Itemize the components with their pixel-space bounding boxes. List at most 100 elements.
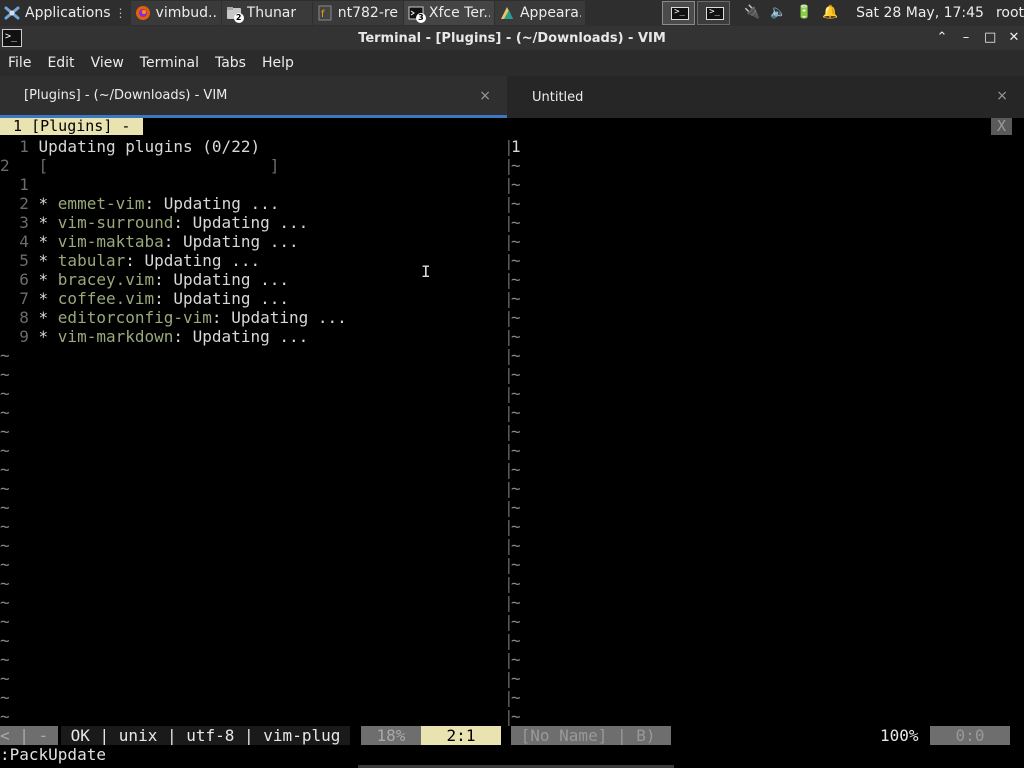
- window-count-badge: 2: [233, 13, 244, 23]
- empty-line: ~: [511, 289, 521, 308]
- empty-line: ~: [511, 251, 521, 270]
- task-title: vimbud...: [155, 5, 217, 21]
- menu-view[interactable]: View: [83, 55, 132, 71]
- buffer-line: 1: [0, 175, 503, 194]
- empty-line: ~: [511, 327, 521, 346]
- tilde-filler: ~: [511, 650, 521, 669]
- buffer-line: 1 Updating plugins (0/22): [0, 137, 503, 156]
- appearance-icon: [499, 5, 515, 21]
- task-title: Xfce Ter...: [428, 5, 490, 21]
- plugin-status: : Updating ...: [125, 251, 261, 270]
- tilde-filler: ~: [0, 346, 10, 365]
- close-button[interactable]: ✕: [1008, 31, 1020, 45]
- task-terminal[interactable]: 3 Xfce Ter...: [403, 1, 494, 25]
- tilde-filler: ~: [511, 270, 521, 289]
- volume-icon[interactable]: 🔈: [770, 5, 786, 21]
- tilde-filler: ~: [0, 631, 10, 650]
- firefox-icon: [135, 5, 151, 21]
- menu-terminal[interactable]: Terminal: [132, 55, 207, 71]
- buffer-line: 4 * vim-maktaba: Updating ...: [0, 232, 503, 251]
- maximize-button[interactable]: □: [984, 31, 996, 45]
- task-appearance[interactable]: Appeara...: [494, 1, 586, 25]
- plugin-name: vim-markdown: [57, 327, 174, 346]
- battery-icon[interactable]: 🔋: [796, 5, 812, 21]
- system-tray: 🔌 🔈 🔋 🔔: [744, 5, 838, 21]
- tilde-filler: ~: [511, 308, 521, 327]
- plugin-status: : Updating ...: [154, 289, 289, 308]
- user-menu[interactable]: root: [996, 5, 1024, 21]
- empty-line: ~: [511, 441, 521, 460]
- tilde-filler: ~: [0, 555, 10, 574]
- workspace-2-button[interactable]: [697, 1, 731, 25]
- empty-line: ~: [0, 517, 503, 536]
- terminal-app-icon[interactable]: >_: [2, 29, 22, 47]
- status-right-name: [No Name] | B): [511, 726, 671, 745]
- tilde-filler: ~: [0, 365, 10, 384]
- line-number: 3: [0, 213, 39, 232]
- line-number: 8: [0, 308, 39, 327]
- tilde-filler: ~: [511, 669, 521, 688]
- minimize-button[interactable]: –: [960, 31, 972, 45]
- line-number: 4: [0, 232, 39, 251]
- window-titlebar[interactable]: >_ Terminal - [Plugins] - (~/Downloads) …: [0, 26, 1024, 50]
- empty-line: ~: [0, 498, 503, 517]
- workspace-1-button[interactable]: [662, 1, 696, 25]
- empty-line: ~: [511, 574, 521, 593]
- status-position: 2:1: [421, 726, 501, 745]
- empty-line: ~: [0, 403, 503, 422]
- vim-tabline-active[interactable]: 1 [Plugins] -: [0, 118, 144, 135]
- task-spreadsheet[interactable]: f nt782-re...: [312, 1, 403, 25]
- tab-close-icon[interactable]: ×: [479, 88, 491, 104]
- tab-untitled[interactable]: Untitled ×: [508, 76, 1024, 118]
- task-title: nt782-re...: [337, 5, 399, 21]
- vim-command-line[interactable]: :PackUpdate: [0, 745, 106, 764]
- empty-line: ~: [511, 175, 521, 194]
- tilde-filler: ~: [511, 536, 521, 555]
- task-thunar[interactable]: 2 Thunar: [221, 1, 312, 25]
- folder-icon: 2: [226, 5, 244, 23]
- clock[interactable]: Sat 28 May, 17:45: [856, 5, 984, 21]
- tilde-filler: ~: [0, 574, 10, 593]
- plugin-name: vim-surround: [57, 213, 174, 232]
- empty-line: ~: [0, 422, 503, 441]
- empty-line: ~: [511, 498, 521, 517]
- tilde-filler: ~: [511, 289, 521, 308]
- plugin-name: bracey.vim: [57, 270, 155, 289]
- empty-line: ~: [511, 460, 521, 479]
- line-number: 1: [511, 137, 521, 156]
- plugin-status: : Updating ...: [154, 270, 289, 289]
- network-icon[interactable]: 🔌: [744, 5, 760, 21]
- empty-line: ~: [511, 346, 521, 365]
- tab-close-icon[interactable]: ×: [996, 88, 1008, 104]
- menu-tabs[interactable]: Tabs: [207, 55, 254, 71]
- terminal-tabbar: [Plugins] - (~/Downloads) - VIM × Untitl…: [0, 76, 1024, 118]
- svg-text:f: f: [321, 9, 325, 20]
- plugin-status: : Updating ...: [173, 213, 309, 232]
- task-firefox[interactable]: vimbud...: [130, 1, 221, 25]
- menu-edit[interactable]: Edit: [39, 55, 82, 71]
- shade-button[interactable]: ⌃: [936, 31, 948, 45]
- empty-line: ~: [0, 669, 503, 688]
- tilde-filler: ~: [511, 441, 521, 460]
- notification-bell-icon[interactable]: 🔔: [822, 5, 838, 21]
- tilde-filler: ~: [0, 422, 10, 441]
- terminal-area[interactable]: 1 [Plugins] - X 1 Updating plugins (0/22…: [0, 118, 1024, 768]
- tilde-filler: ~: [511, 232, 521, 251]
- empty-line: ~: [0, 650, 503, 669]
- vim-tabline-close[interactable]: X: [990, 118, 1012, 135]
- menu-file[interactable]: File: [0, 55, 39, 71]
- line-number: 5: [0, 251, 39, 270]
- tilde-filler: ~: [511, 460, 521, 479]
- empty-line: ~: [0, 593, 503, 612]
- empty-line: ~: [511, 156, 521, 175]
- menu-help[interactable]: Help: [254, 55, 302, 71]
- tilde-filler: ~: [511, 251, 521, 270]
- status-info: OK | unix | utf-8 | vim-plug: [61, 726, 350, 745]
- empty-line: ~: [511, 612, 521, 631]
- buffer-line: 7 * coffee.vim: Updating ...: [0, 289, 503, 308]
- line-number: 1: [0, 137, 39, 156]
- line-number: 2: [0, 194, 39, 213]
- applications-menu-button[interactable]: Applications ⋮: [0, 1, 131, 25]
- tab-plugins-vim[interactable]: [Plugins] - (~/Downloads) - VIM ×: [0, 76, 507, 118]
- tilde-filler: ~: [0, 384, 10, 403]
